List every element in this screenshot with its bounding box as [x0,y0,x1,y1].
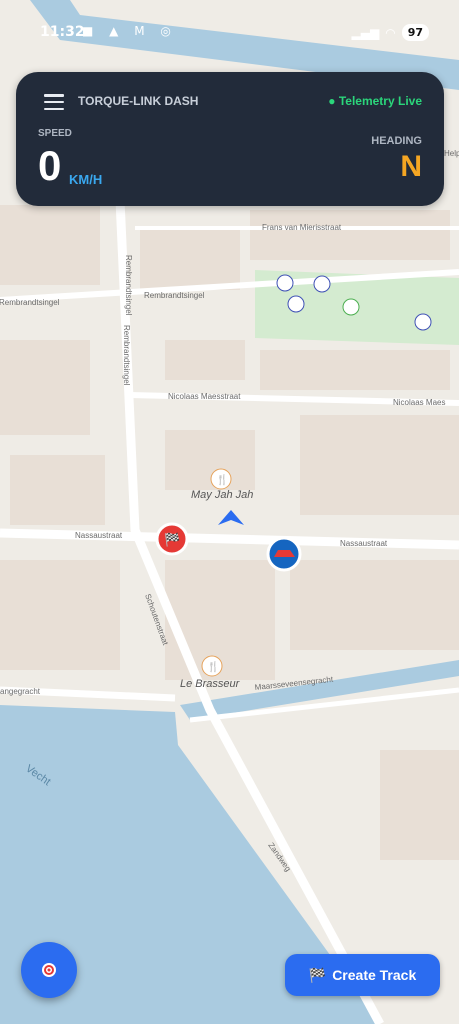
svg-text:Le Brasseur: Le Brasseur [180,678,241,690]
restaurant-icon: 🍴 [216,473,228,486]
svg-text:Nicolaas Maes: Nicolaas Maes [393,398,445,407]
status-right: ▂▄▆ ◠ 97 [352,24,429,41]
battery-indicator: 97 [401,24,429,41]
wifi-icon: ◠ [385,25,396,40]
target-icon [42,963,56,977]
checkered-flag-icon: 🏁 [164,532,180,547]
svg-text:Help: Help [444,149,459,158]
svg-text:Rembrandtsingel: Rembrandtsingel [122,325,131,386]
svg-text:angegracht: angegracht [0,687,41,696]
svg-text:Rembrandtsingel: Rembrandtsingel [124,255,133,316]
svg-text:Frans van Mierisstraat: Frans van Mierisstraat [262,223,342,232]
svg-text:Rembrandtsingel: Rembrandtsingel [0,298,60,307]
telemetry-dashboard: TORQUE-LINK DASH ● Telemetry Live SPEED … [16,72,444,206]
app-title: TORQUE-LINK DASH [78,94,199,108]
svg-text:Nicolaas Maesstraat: Nicolaas Maesstraat [168,392,241,401]
heading-value: N [400,150,422,183]
heading-label: HEADING [371,135,422,147]
status-bar: 11:32 ■ ▲ M ◎ ▂▄▆ ◠ 97 [0,0,459,68]
restaurant-icon: 🍴 [207,660,219,673]
speed-unit: KM/H [69,172,103,187]
recenter-button[interactable] [21,942,77,998]
checkered-flag-icon: 🏁 [308,966,327,983]
car-marker[interactable] [266,536,302,572]
speed-value: 0 [38,142,62,189]
svg-text:May Jah Jah: May Jah Jah [191,489,253,501]
svg-text:Rembrandtsingel: Rembrandtsingel [144,291,205,300]
signal-icon: ▂▄▆ [351,25,380,40]
status-time: 11:32 [40,24,85,40]
speed-label: SPEED [38,128,72,139]
create-track-button[interactable]: 🏁 Create Track [285,954,440,996]
notification-icons: ■ ▲ M ◎ [82,24,177,38]
menu-icon[interactable] [44,94,64,110]
checkered-flag-marker[interactable]: 🏁 [155,522,189,556]
telemetry-status: ● Telemetry Live [328,94,422,108]
svg-text:Nassaustraat: Nassaustraat [340,539,388,548]
svg-text:Nassaustraat: Nassaustraat [75,531,123,540]
